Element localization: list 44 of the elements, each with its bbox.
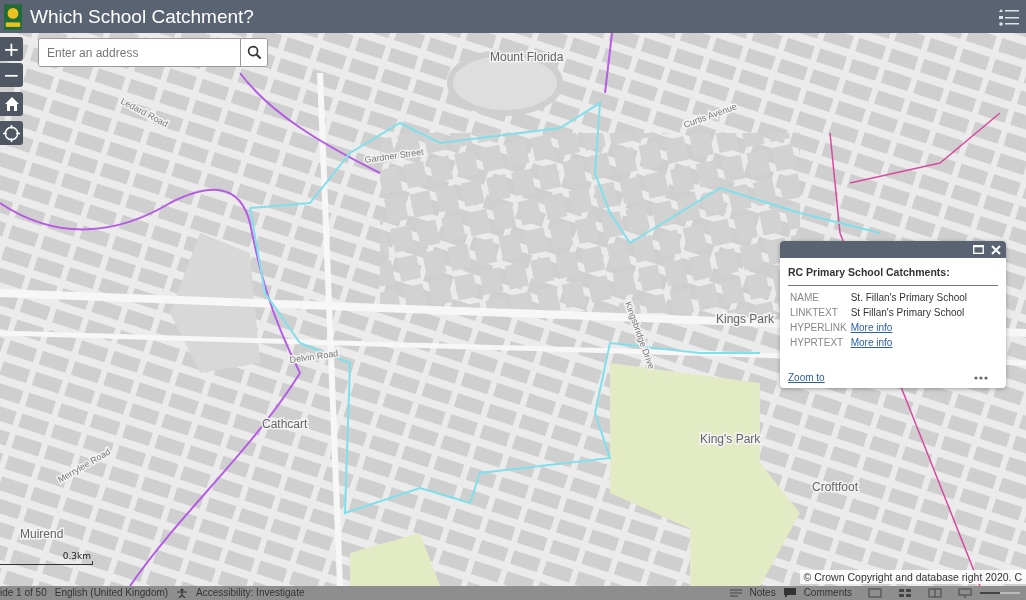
notes-icon (729, 589, 742, 597)
attribute-label: HYPERLINK (789, 321, 848, 335)
maximize-icon[interactable] (973, 245, 984, 254)
attribution-text: © Crown Copyright and database right 2020. C (799, 570, 1026, 584)
notes-button[interactable]: Notes (749, 586, 776, 600)
comment-icon (783, 588, 796, 598)
search-button[interactable] (240, 39, 267, 66)
locate-icon (3, 124, 20, 142)
address-search-field[interactable]: Enter an address (38, 38, 268, 67)
map-label: Delvin Road (288, 348, 339, 365)
map-label: Gardner Street (363, 146, 425, 165)
scale-label: 0.3km (62, 551, 92, 561)
home-button[interactable] (0, 92, 23, 116)
map-label: King's Park (700, 432, 761, 446)
accessibility-status[interactable]: Accessibility: Investigate (196, 586, 305, 600)
attribute-value: St. Fillan's Primary School (850, 292, 968, 303)
zoom-out-button[interactable]: − (0, 63, 23, 87)
map-label: Kings Park (716, 312, 775, 326)
map-label: Cathcart (262, 417, 308, 431)
search-icon (246, 45, 262, 60)
home-icon (3, 96, 20, 112)
attribute-value: St Fillan's Primary School (850, 307, 965, 318)
app-title: Which School Catchment? (30, 5, 255, 28)
comments-button[interactable]: Comments (803, 586, 852, 600)
grid-view-icon[interactable] (898, 588, 912, 598)
map-label: Croftfoot (812, 480, 859, 494)
more-info-link[interactable]: More info (850, 337, 893, 348)
map-label: Muirend (20, 527, 64, 541)
accessibility-icon (176, 588, 189, 598)
attribute-label: LINKTEXT (789, 306, 839, 320)
attribute-label: HYPRTEXT (789, 336, 845, 350)
language-label[interactable]: English (United Kingdom) (54, 586, 169, 600)
map-label: Curtis Avenue (682, 101, 739, 130)
more-info-link[interactable]: More info (850, 322, 893, 333)
crest-logo-icon (4, 3, 22, 30)
more-options-icon[interactable] (974, 375, 988, 380)
map-label: Mount Florida (490, 50, 564, 64)
close-icon[interactable] (991, 244, 1001, 255)
zoom-in-button[interactable]: + (0, 37, 23, 61)
zoom-to-link[interactable]: Zoom to (788, 372, 825, 383)
popup-title: RC Primary School Catchments: (788, 266, 998, 286)
attribute-label: NAME (789, 291, 820, 305)
slide-counter: ide 1 of 50 (0, 586, 47, 600)
locate-button[interactable] (0, 121, 23, 145)
